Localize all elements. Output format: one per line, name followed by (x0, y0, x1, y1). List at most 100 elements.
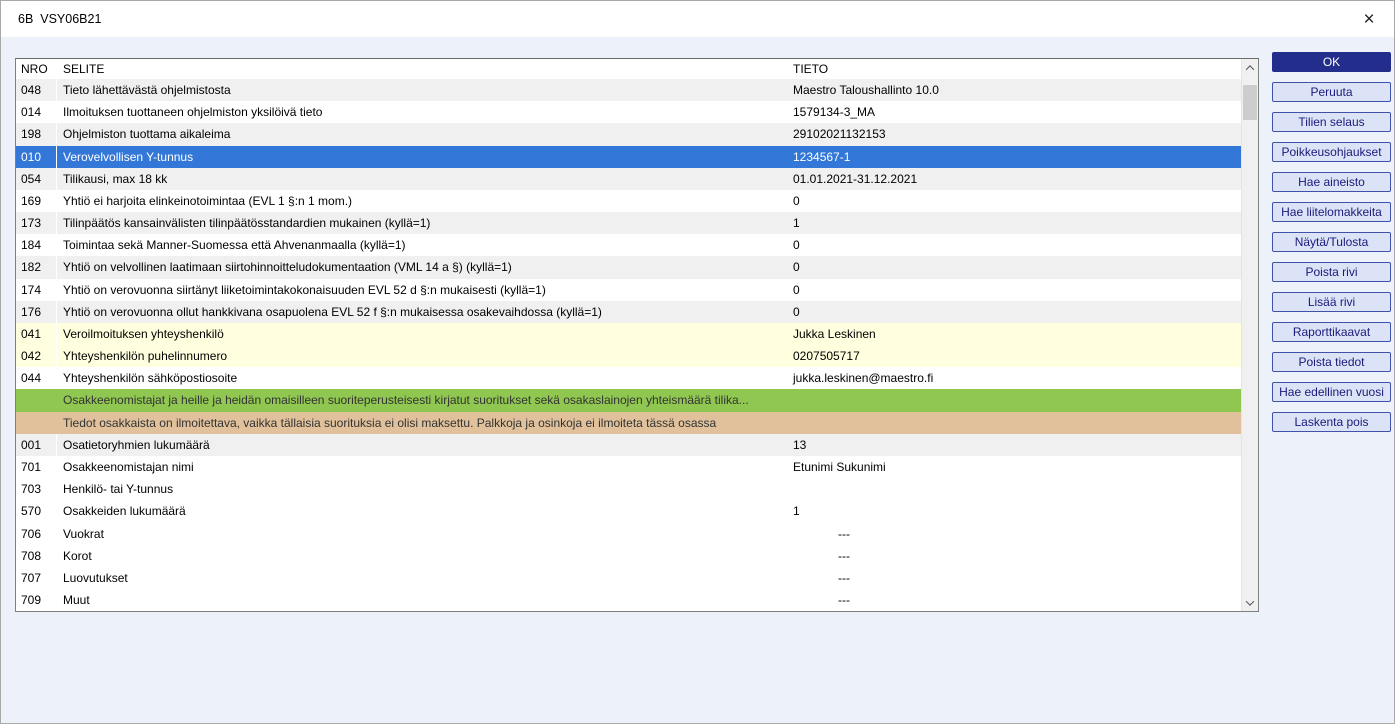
action-button-column: OK Peruuta Tilien selaus Poikkeusohjaukset H… (1272, 52, 1391, 442)
column-header-selite: SELITE (57, 59, 791, 79)
dialog-window: 6B VSY06B21 × NRO SELITE TIETO 048Tieto … (0, 0, 1395, 724)
table-row[interactable]: 001Osatietoryhmien lukumäärä13 (16, 434, 1241, 456)
row-selite: Henkilö- tai Y-tunnus (57, 478, 791, 500)
row-selite: Muut (57, 589, 791, 611)
row-tieto: jukka.leskinen@maestro.fi (791, 367, 1241, 389)
row-tieto: Etunimi Sukunimi (791, 456, 1241, 478)
table-row[interactable]: 044Yhteyshenkilön sähköpostiosoitejukka.… (16, 367, 1241, 389)
row-selite: Yhtiö on velvollinen laatimaan siirtohin… (57, 256, 791, 278)
hae-liitelomakkeita-button[interactable]: Hae liitelomakkeita (1272, 202, 1391, 222)
title-bar: 6B VSY06B21 × (1, 1, 1394, 37)
table-row[interactable]: 042Yhteyshenkilön puhelinnumero020750571… (16, 345, 1241, 367)
table-row[interactable]: 706Vuokrat--- (16, 522, 1241, 544)
row-nro: 708 (16, 545, 57, 567)
row-selite: Luovutukset (57, 567, 791, 589)
row-nro: 010 (16, 146, 57, 168)
table-row[interactable]: 708Korot--- (16, 545, 1241, 567)
row-tieto: --- (791, 567, 1241, 589)
close-icon[interactable]: × (1358, 10, 1380, 29)
row-selite: Yhtiö ei harjoita elinkeinotoimintaa (EV… (57, 190, 791, 212)
lisää-rivi-button[interactable]: Lisää rivi (1272, 292, 1391, 312)
table-row[interactable]: 041Veroilmoituksen yhteyshenkilöJukka Le… (16, 323, 1241, 345)
peruuta-button[interactable]: Peruuta (1272, 82, 1391, 102)
row-nro: 174 (16, 279, 57, 301)
table-row[interactable]: 169Yhtiö ei harjoita elinkeinotoimintaa … (16, 190, 1241, 212)
row-selite: Toimintaa sekä Manner-Suomessa että Ahve… (57, 234, 791, 256)
table-rows-area: NRO SELITE TIETO 048Tieto lähettävästä o… (16, 59, 1241, 611)
row-tieto: 29102021132153 (791, 123, 1241, 145)
chevron-up-icon (1246, 65, 1254, 73)
row-nro: 706 (16, 522, 57, 544)
scrollbar-thumb[interactable] (1243, 85, 1257, 120)
row-tieto: 1234567-1 (791, 146, 1241, 168)
row-nro: 701 (16, 456, 57, 478)
row-selite: Verovelvollisen Y-tunnus (57, 146, 791, 168)
row-tieto: Maestro Taloushallinto 10.0 (791, 79, 1241, 101)
row-selite: Tilikausi, max 18 kk (57, 168, 791, 190)
table-row[interactable]: 707Luovutukset--- (16, 567, 1241, 589)
scroll-up-button[interactable] (1242, 59, 1258, 76)
row-selite: Yhteyshenkilön sähköpostiosoite (57, 367, 791, 389)
row-selite: Yhtiö on verovuonna siirtänyt liiketoimi… (57, 279, 791, 301)
table-row[interactable]: 014Ilmoituksen tuottaneen ohjelmiston yk… (16, 101, 1241, 123)
hae-edellinen-vuosi-button[interactable]: Hae edellinen vuosi (1272, 382, 1391, 402)
row-nro: 169 (16, 190, 57, 212)
row-selite: Korot (57, 545, 791, 567)
poista-rivi-button[interactable]: Poista rivi (1272, 262, 1391, 282)
table-row[interactable]: 701Osakkeenomistajan nimiEtunimi Sukunim… (16, 456, 1241, 478)
table-row[interactable]: 176Yhtiö on verovuonna ollut hankkivana … (16, 301, 1241, 323)
poista-tiedot-button[interactable]: Poista tiedot (1272, 352, 1391, 372)
row-nro: 044 (16, 367, 57, 389)
row-tieto: 0207505717 (791, 345, 1241, 367)
tilien-selaus-button[interactable]: Tilien selaus (1272, 112, 1391, 132)
scroll-down-button[interactable] (1242, 594, 1258, 611)
row-tieto: --- (791, 589, 1241, 611)
table-header-row: NRO SELITE TIETO (16, 59, 1241, 79)
table-row[interactable]: 173Tilinpäätös kansainvälisten tilinpäät… (16, 212, 1241, 234)
row-selite: Yhteyshenkilön puhelinnumero (57, 345, 791, 367)
table-row[interactable]: 184Toimintaa sekä Manner-Suomessa että A… (16, 234, 1241, 256)
row-tieto: 01.01.2021-31.12.2021 (791, 168, 1241, 190)
vertical-scrollbar[interactable] (1241, 59, 1258, 611)
hae-aineisto-button[interactable]: Hae aineisto (1272, 172, 1391, 192)
table-row[interactable]: 709Muut--- (16, 589, 1241, 611)
section-label: Osakkeenomistajat ja heille ja heidän om… (16, 389, 1241, 411)
row-selite: Ohjelmiston tuottama aikaleima (57, 123, 791, 145)
row-nro: 048 (16, 79, 57, 101)
table-row[interactable]: 198Ohjelmiston tuottama aikaleima2910202… (16, 123, 1241, 145)
column-header-nro: NRO (16, 59, 57, 79)
ok-button[interactable]: OK (1272, 52, 1391, 72)
row-selite: Vuokrat (57, 522, 791, 544)
raporttikaavat-button[interactable]: Raporttikaavat (1272, 322, 1391, 342)
row-nro: 176 (16, 301, 57, 323)
row-nro: 707 (16, 567, 57, 589)
row-nro: 198 (16, 123, 57, 145)
row-selite: Yhtiö on verovuonna ollut hankkivana osa… (57, 301, 791, 323)
row-selite: Osatietoryhmien lukumäärä (57, 434, 791, 456)
table-row[interactable]: 703Henkilö- tai Y-tunnus (16, 478, 1241, 500)
row-nro: 042 (16, 345, 57, 367)
table-row[interactable]: 182Yhtiö on velvollinen laatimaan siirto… (16, 256, 1241, 278)
table-row[interactable]: 048Tieto lähettävästä ohjelmistostaMaest… (16, 79, 1241, 101)
poikkeusohjaukset-button[interactable]: Poikkeusohjaukset (1272, 142, 1391, 162)
table-row[interactable]: 054Tilikausi, max 18 kk01.01.2021-31.12.… (16, 168, 1241, 190)
row-nro: 054 (16, 168, 57, 190)
row-selite: Ilmoituksen tuottaneen ohjelmiston yksil… (57, 101, 791, 123)
table-row[interactable]: 174Yhtiö on verovuonna siirtänyt liiketo… (16, 279, 1241, 301)
row-tieto: 0 (791, 234, 1241, 256)
row-tieto: 1 (791, 212, 1241, 234)
row-nro: 001 (16, 434, 57, 456)
table-row[interactable]: 570Osakkeiden lukumäärä1 (16, 500, 1241, 522)
row-nro: 173 (16, 212, 57, 234)
row-nro: 041 (16, 323, 57, 345)
column-header-tieto: TIETO (791, 59, 1241, 79)
row-nro: 570 (16, 500, 57, 522)
section-row[interactable]: Tiedot osakkaista on ilmoitettava, vaikk… (16, 412, 1241, 434)
näytä-tulosta-button[interactable]: Näytä/Tulosta (1272, 232, 1391, 252)
table-row[interactable]: 010Verovelvollisen Y-tunnus1234567-1 (16, 146, 1241, 168)
row-nro: 014 (16, 101, 57, 123)
laskenta-pois-button[interactable]: Laskenta pois (1272, 412, 1391, 432)
section-label: Tiedot osakkaista on ilmoitettava, vaikk… (16, 412, 1241, 434)
section-row[interactable]: Osakkeenomistajat ja heille ja heidän om… (16, 389, 1241, 411)
row-tieto: 0 (791, 190, 1241, 212)
